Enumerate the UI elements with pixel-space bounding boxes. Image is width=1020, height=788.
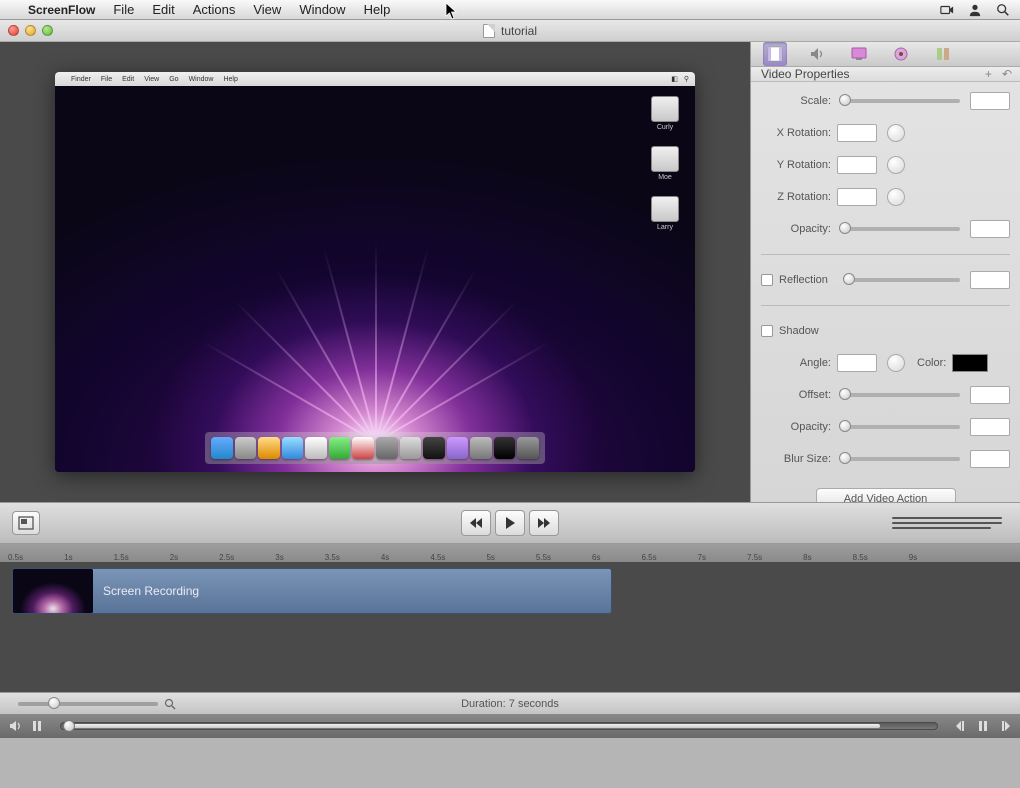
z-rotation-label: Z Rotation: [761,191,831,203]
y-rotation-label: Y Rotation: [761,159,831,171]
scrub-bar [0,714,1020,738]
tab-audio[interactable] [805,42,829,66]
color-label: Color: [917,357,946,369]
reflection-field[interactable] [970,271,1010,289]
blur-label: Blur Size: [761,453,831,465]
desktop-drive-icon [651,146,679,172]
x-rotation-dial[interactable] [887,124,905,142]
menu-file[interactable]: File [113,2,134,17]
scrub-track[interactable] [60,722,938,730]
shadow-label: Shadow [779,325,819,337]
system-menubar: ScreenFlow File Edit Actions View Window… [0,0,1020,20]
window-titlebar: tutorial [0,20,1020,42]
desktop-drive-icon [651,196,679,222]
reflection-checkbox[interactable] [761,274,773,286]
volume-icon[interactable] [8,719,22,733]
blur-slider[interactable] [841,457,960,461]
app-name[interactable]: ScreenFlow [28,3,95,17]
y-rotation-field[interactable] [837,156,877,174]
pause-icon[interactable] [30,719,44,733]
play-button[interactable] [495,510,525,536]
menu-edit[interactable]: Edit [152,2,174,17]
angle-label: Angle: [761,357,831,369]
zoom-button[interactable] [42,25,53,36]
tab-media[interactable] [931,42,955,66]
track-height-control[interactable] [892,514,1002,532]
shadow-opacity-label: Opacity: [761,421,831,433]
desktop-drive-icon [651,96,679,122]
opacity-field[interactable] [970,220,1010,238]
minimize-button[interactable] [25,25,36,36]
scrub-thumb[interactable] [63,720,75,732]
preview-dock [205,432,545,464]
y-rotation-dial[interactable] [887,156,905,174]
offset-label: Offset: [761,389,831,401]
canvas-area[interactable]: Finder File Edit View Go Window Help ◧⚲ [0,42,750,502]
status-bar: Duration: 7 seconds [0,692,1020,714]
document-title: tutorial [501,24,537,38]
reflection-label: Reflection [779,274,835,286]
x-rotation-label: X Rotation: [761,127,831,139]
clip-label: Screen Recording [103,584,199,598]
add-icon[interactable]: + [985,67,992,81]
timeline[interactable]: Screen Recording [0,562,1020,692]
reset-icon[interactable]: ↶ [1002,67,1012,81]
opacity-label: Opacity: [761,223,831,235]
angle-field[interactable] [837,354,877,372]
scale-label: Scale: [761,95,831,107]
angle-dial[interactable] [887,354,905,372]
duration-label: Duration: 7 seconds [461,698,559,710]
insert-marker-button[interactable] [12,511,40,535]
reflection-slider[interactable] [845,278,960,282]
shadow-checkbox[interactable] [761,325,773,337]
shadow-opacity-field[interactable] [970,418,1010,436]
inspector-header: Video Properties + ↶ [751,67,1020,82]
tab-callout[interactable] [889,42,913,66]
user-icon[interactable] [968,3,982,17]
preview-menubar: Finder File Edit View Go Window Help ◧⚲ [55,72,695,86]
timeline-zoom-slider[interactable] [18,702,158,706]
magnifier-icon [164,698,176,710]
opacity-slider[interactable] [841,227,960,231]
tab-screen[interactable] [847,42,871,66]
shadow-color-well[interactable] [952,354,988,372]
tab-video[interactable] [763,42,787,66]
x-rotation-field[interactable] [837,124,877,142]
transport-bar [0,502,1020,544]
inspector-panel: Video Properties + ↶ Scale: X Rotation: … [750,42,1020,502]
menu-window[interactable]: Window [299,2,345,17]
spotlight-icon[interactable] [996,3,1010,17]
z-rotation-field[interactable] [837,188,877,206]
timeline-ruler[interactable]: 0.5s1s1.5s2s2.5s3s3.5s4s4.5s5s5.5s6s6.5s… [0,544,1020,562]
shadow-opacity-slider[interactable] [841,425,960,429]
pause-icon-2[interactable] [976,719,990,733]
preview-video[interactable]: Finder File Edit View Go Window Help ◧⚲ [55,72,695,472]
menu-actions[interactable]: Actions [193,2,236,17]
rewind-button[interactable] [461,510,491,536]
z-rotation-dial[interactable] [887,188,905,206]
menu-view[interactable]: View [253,2,281,17]
mouse-cursor [445,2,459,20]
scale-slider[interactable] [841,99,960,103]
close-button[interactable] [8,25,19,36]
offset-field[interactable] [970,386,1010,404]
document-icon [483,24,495,38]
step-back-icon[interactable] [954,719,968,733]
forward-button[interactable] [529,510,559,536]
offset-slider[interactable] [841,393,960,397]
scale-field[interactable] [970,92,1010,110]
blur-field[interactable] [970,450,1010,468]
clip-thumbnail [13,569,93,613]
record-icon[interactable] [940,3,954,17]
step-fwd-icon[interactable] [998,719,1012,733]
timeline-clip[interactable]: Screen Recording [12,568,612,614]
menu-help[interactable]: Help [364,2,391,17]
